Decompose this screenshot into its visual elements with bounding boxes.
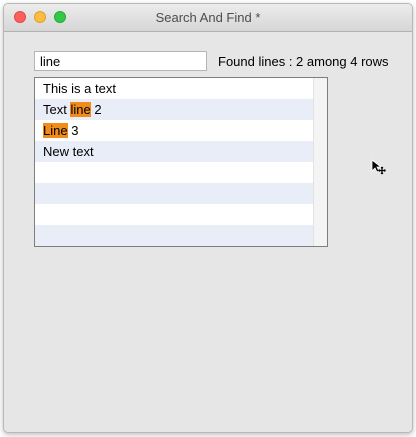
search-input[interactable]	[34, 51, 207, 71]
vertical-scrollbar[interactable]	[313, 78, 327, 246]
row-text-after: 2	[90, 102, 102, 117]
list-item[interactable]: Text line 2	[35, 99, 313, 120]
title-bar[interactable]: Search And Find *	[4, 4, 412, 32]
row-text: This is a text	[43, 81, 116, 96]
results-list[interactable]: This is a text Text line 2 Line 3 New te…	[34, 77, 328, 247]
list-item[interactable]: This is a text	[35, 78, 313, 99]
row-match-highlight: line	[70, 102, 91, 117]
found-lines-status: Found lines : 2 among 4 rows	[218, 54, 389, 69]
empty-row	[35, 225, 313, 246]
row-text-after: 3	[67, 123, 79, 138]
list-item[interactable]: New text	[35, 141, 313, 162]
list-item[interactable]: Line 3	[35, 120, 313, 141]
empty-row	[35, 183, 313, 204]
results-rows: This is a text Text line 2 Line 3 New te…	[35, 78, 313, 246]
app-window: Search And Find * Found lines : 2 among …	[3, 3, 413, 433]
window-title: Search And Find *	[155, 10, 261, 25]
row-match-highlight: Line	[43, 123, 68, 138]
empty-row	[35, 162, 313, 183]
row-text: New text	[43, 144, 94, 159]
row-text: Text	[43, 102, 71, 117]
empty-row	[35, 204, 313, 225]
move-cursor-icon	[371, 159, 386, 175]
